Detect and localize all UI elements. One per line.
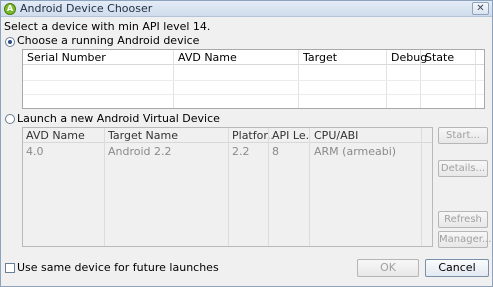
- column-target[interactable]: Target: [303, 51, 337, 64]
- refresh-button[interactable]: Refresh: [438, 211, 488, 228]
- column-debug[interactable]: Debug: [391, 51, 427, 64]
- running-table-header: Serial Number AVD Name Target Debug Stat…: [23, 50, 484, 65]
- column-state[interactable]: State: [425, 51, 454, 64]
- column-cpu-abi[interactable]: CPU/ABI: [314, 129, 358, 142]
- column-api-level[interactable]: API Le...: [272, 129, 309, 142]
- choose-running-radio[interactable]: [5, 37, 15, 47]
- instruction-text: Select a device with min API level 14.: [4, 20, 211, 33]
- platform-cell: 2.2: [232, 145, 250, 158]
- device-chooser-dialog: A Android Device Chooser ✕ Select a devi…: [0, 0, 493, 287]
- running-devices-table[interactable]: Serial Number AVD Name Target Debug Stat…: [22, 49, 485, 109]
- column-platform[interactable]: Platfor...: [232, 129, 272, 142]
- title-bar: A Android Device Chooser ✕: [1, 1, 492, 17]
- launch-avd-radio[interactable]: [5, 114, 15, 124]
- target-name-cell: Android 2.2: [108, 145, 172, 158]
- column-avd-name[interactable]: AVD Name: [178, 51, 237, 64]
- column-serial-number[interactable]: Serial Number: [27, 51, 106, 64]
- ok-button[interactable]: OK: [357, 259, 419, 277]
- same-device-checkbox[interactable]: [5, 263, 15, 273]
- android-icon: A: [4, 3, 16, 15]
- avd-name-cell: 4.0: [26, 145, 44, 158]
- close-button[interactable]: ✕: [472, 2, 489, 15]
- choose-running-label[interactable]: Choose a running Android device: [17, 34, 199, 47]
- window-title: Android Device Chooser: [20, 2, 153, 15]
- api-level-cell: 8: [272, 145, 279, 158]
- start-button[interactable]: Start...: [438, 127, 488, 144]
- details-button[interactable]: Details...: [438, 160, 488, 177]
- avd-table[interactable]: AVD Name Target Name Platfor... API Le..…: [22, 127, 433, 247]
- cancel-button[interactable]: Cancel: [425, 259, 489, 277]
- same-device-label[interactable]: Use same device for future launches: [17, 261, 219, 274]
- cpu-abi-cell: ARM (armeabi): [314, 145, 397, 158]
- launch-avd-label[interactable]: Launch a new Android Virtual Device: [17, 112, 220, 125]
- manager-button[interactable]: Manager...: [438, 231, 491, 248]
- column-avd-name[interactable]: AVD Name: [26, 129, 85, 142]
- column-target-name[interactable]: Target Name: [108, 129, 178, 142]
